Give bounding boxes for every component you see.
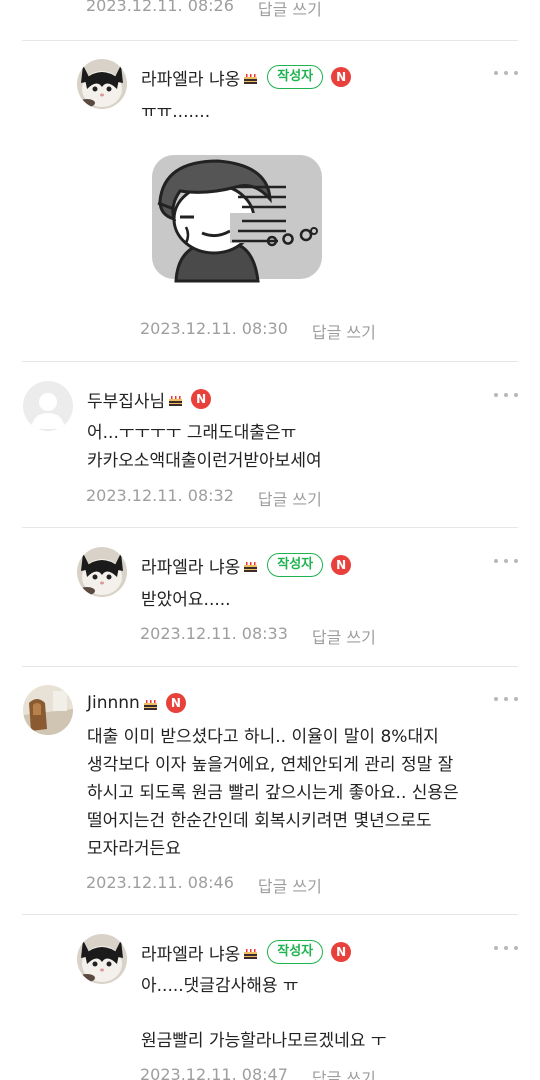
comment-date: 2023.12.11. 08:33 — [140, 624, 288, 643]
divider — [22, 361, 518, 362]
comment-text: 원금빨리 가능할라나모르겠네요 ㅜ — [141, 1031, 387, 1051]
comment-text: 모자라거든요 — [87, 839, 181, 859]
reply-button[interactable]: 답글 쓰기 — [312, 319, 376, 343]
avatar[interactable] — [23, 685, 73, 735]
comment-text: 아.....댓글감사해용 ㅠ — [141, 976, 299, 996]
comment-date: 2023.12.11. 08:26 — [86, 0, 234, 15]
reply-button[interactable]: 답글 쓰기 — [258, 873, 322, 897]
cat-avatar-icon — [77, 934, 127, 984]
photo-avatar-icon — [23, 685, 73, 735]
comment-date: 2023.12.11. 08:32 — [86, 486, 234, 505]
comment-text: 카카오소액대출이런거받아보세여 — [87, 451, 322, 471]
comment-date: 2023.12.11. 08:30 — [140, 319, 288, 338]
reply-button[interactable]: 답글 쓰기 — [312, 624, 376, 648]
comment-meta: 2023.12.11. 08:47 답글 쓰기 — [140, 1065, 376, 1080]
comment-date: 2023.12.11. 08:46 — [86, 873, 234, 892]
more-options-icon[interactable] — [494, 557, 518, 565]
commenter-name[interactable]: 라파엘라 냐옹 — [141, 65, 240, 90]
comment-date: 2023.12.11. 08:47 — [140, 1065, 288, 1080]
comment-meta-top: 2023.12.11. 08:26 답글 쓰기 — [86, 0, 322, 20]
commenter-name[interactable]: 라파엘라 냐옹 — [141, 940, 240, 965]
cat-avatar-icon — [77, 59, 127, 109]
divider — [22, 40, 518, 41]
comment-meta: 2023.12.11. 08:46 답글 쓰기 — [86, 873, 322, 897]
new-badge: N — [165, 693, 186, 713]
author-badge: 작성자 — [267, 940, 324, 964]
comment-meta: 2023.12.11. 08:33 답글 쓰기 — [140, 624, 376, 648]
new-badge: N — [331, 942, 352, 962]
comment-text: 떨어지는건 한순간인데 회복시키려면 몇년으로도 — [87, 811, 432, 831]
commenter-name[interactable]: Jinnnn — [87, 693, 140, 713]
new-badge: N — [331, 555, 352, 575]
new-badge: N — [191, 389, 212, 409]
divider — [22, 527, 518, 528]
author-badge: 작성자 — [267, 65, 324, 89]
divider — [22, 666, 518, 667]
more-options-icon[interactable] — [494, 944, 518, 952]
sticker-image — [146, 143, 326, 283]
avatar[interactable] — [77, 547, 127, 597]
comment-header: Jinnnn N — [87, 690, 186, 716]
commenter-name[interactable]: 두부집사님 — [87, 387, 165, 412]
more-options-icon[interactable] — [494, 69, 518, 77]
comment-text: 받았어요..... — [141, 590, 231, 610]
comment-text: 생각보다 이자 높을거에요, 연체안되게 관리 정말 잘 — [87, 755, 454, 775]
comment-meta: 2023.12.11. 08:32 답글 쓰기 — [86, 486, 322, 510]
cat-avatar-icon — [77, 547, 127, 597]
comment-text: 하시고 되도록 원금 빨리 갚으시는게 좋아요.. 신용은 — [87, 783, 459, 803]
comment-header: 두부집사님 N — [87, 386, 212, 412]
avatar[interactable] — [77, 934, 127, 984]
comment-text: 어...ㅜㅜㅜㅜ 그래도대출은ㅠ — [87, 423, 297, 443]
reply-button[interactable]: 답글 쓰기 — [258, 486, 322, 510]
comment-text: ㅠㅠ....... — [141, 102, 211, 122]
cake-icon — [243, 73, 258, 84]
cake-icon — [168, 395, 183, 406]
comment-meta: 2023.12.11. 08:30 답글 쓰기 — [140, 319, 376, 343]
commenter-name[interactable]: 라파엘라 냐옹 — [141, 553, 240, 578]
comment-text: 대출 이미 받으셨다고 하니.. 이율이 말이 8%대지 — [87, 727, 439, 747]
reply-button[interactable]: 답글 쓰기 — [258, 0, 322, 20]
avatar[interactable] — [23, 381, 73, 431]
new-badge: N — [331, 67, 352, 87]
cake-icon — [243, 561, 258, 572]
comment-header: 라파엘라 냐옹 작성자 N — [141, 939, 352, 965]
cake-icon — [243, 948, 258, 959]
reply-button[interactable]: 답글 쓰기 — [312, 1065, 376, 1080]
cake-icon — [143, 699, 158, 710]
comment-header: 라파엘라 냐옹 작성자 N — [141, 552, 352, 578]
divider — [22, 914, 518, 915]
more-options-icon[interactable] — [494, 695, 518, 703]
author-badge: 작성자 — [267, 553, 324, 577]
avatar[interactable] — [77, 59, 127, 109]
more-options-icon[interactable] — [494, 391, 518, 399]
comment-header: 라파엘라 냐옹 작성자 N — [141, 64, 352, 90]
default-avatar-icon — [23, 381, 73, 431]
